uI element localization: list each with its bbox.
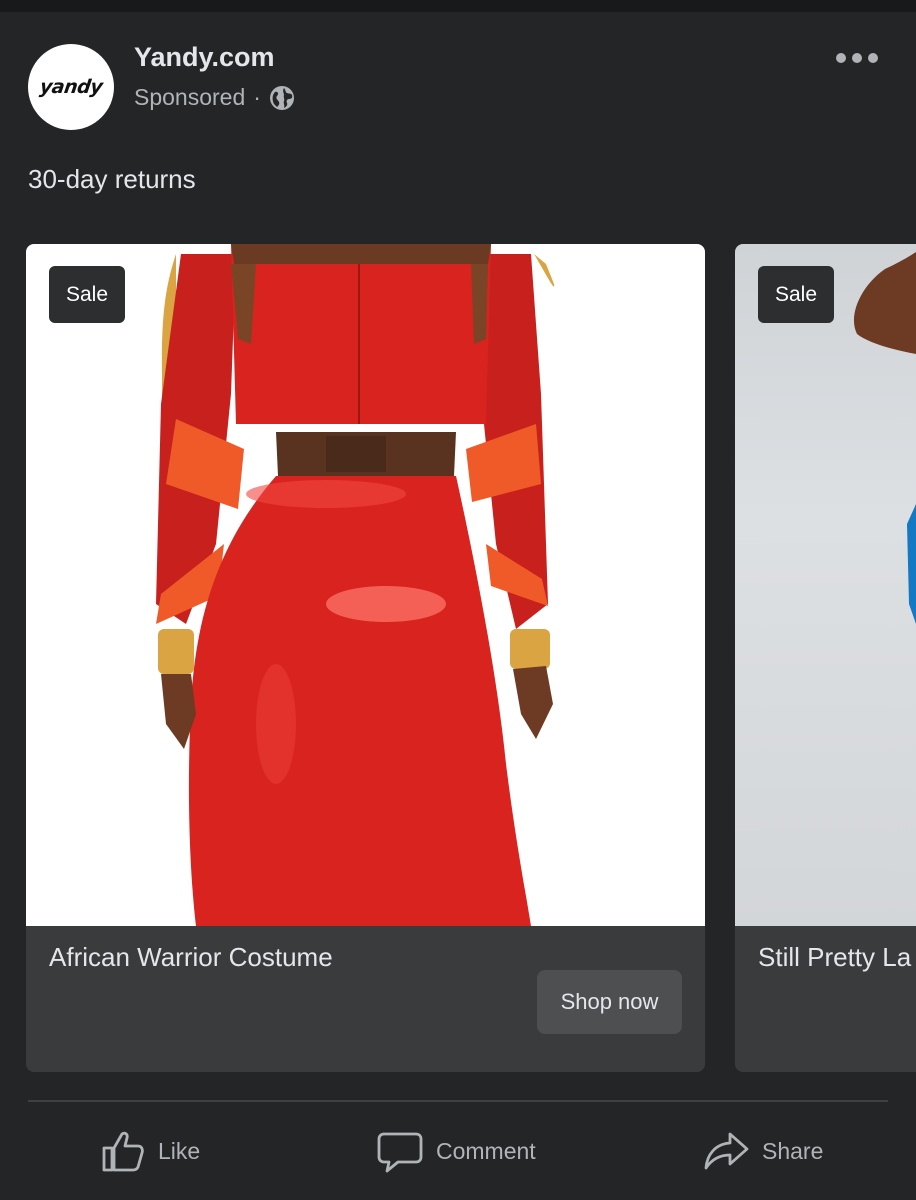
product-image[interactable]: [735, 244, 916, 926]
sponsored-label: Sponsored: [134, 84, 246, 110]
share-arrow-icon: [702, 1128, 750, 1174]
comment-label: Comment: [436, 1137, 536, 1164]
sale-badge: Sale: [49, 266, 125, 323]
product-title[interactable]: African Warrior Costume: [49, 942, 333, 973]
product-carousel[interactable]: Sale African Warrior Costume Shop now Sa…: [0, 244, 916, 1074]
yandy-logo: yandy: [38, 76, 104, 98]
product-card[interactable]: Sale Still Pretty La: [735, 244, 916, 1072]
comment-bubble-icon: [376, 1128, 424, 1174]
meta-separator: ·: [253, 84, 261, 110]
post-meta: Sponsored ·: [134, 84, 295, 111]
product-card[interactable]: Sale African Warrior Costume Shop now: [26, 244, 705, 1072]
divider: [28, 1100, 888, 1102]
shop-now-button[interactable]: Shop now: [537, 970, 682, 1034]
like-button[interactable]: Like: [100, 1122, 200, 1180]
globe-icon[interactable]: [269, 85, 295, 111]
product-title[interactable]: Still Pretty La: [758, 942, 911, 973]
page-name[interactable]: Yandy.com: [134, 42, 275, 73]
post-caption: 30-day returns: [28, 164, 196, 194]
share-button[interactable]: Share: [702, 1122, 823, 1180]
more-options-icon[interactable]: [836, 46, 878, 70]
comment-button[interactable]: Comment: [376, 1122, 536, 1180]
share-label: Share: [762, 1137, 824, 1164]
top-edge-bar: [0, 0, 916, 12]
thumbs-up-icon: [100, 1128, 146, 1174]
product-image[interactable]: [26, 244, 705, 926]
like-label: Like: [158, 1137, 201, 1164]
dot: [852, 53, 862, 63]
dot: [868, 53, 878, 63]
sale-badge: Sale: [758, 266, 834, 323]
dot: [836, 53, 846, 63]
page-avatar[interactable]: yandy: [28, 44, 114, 130]
